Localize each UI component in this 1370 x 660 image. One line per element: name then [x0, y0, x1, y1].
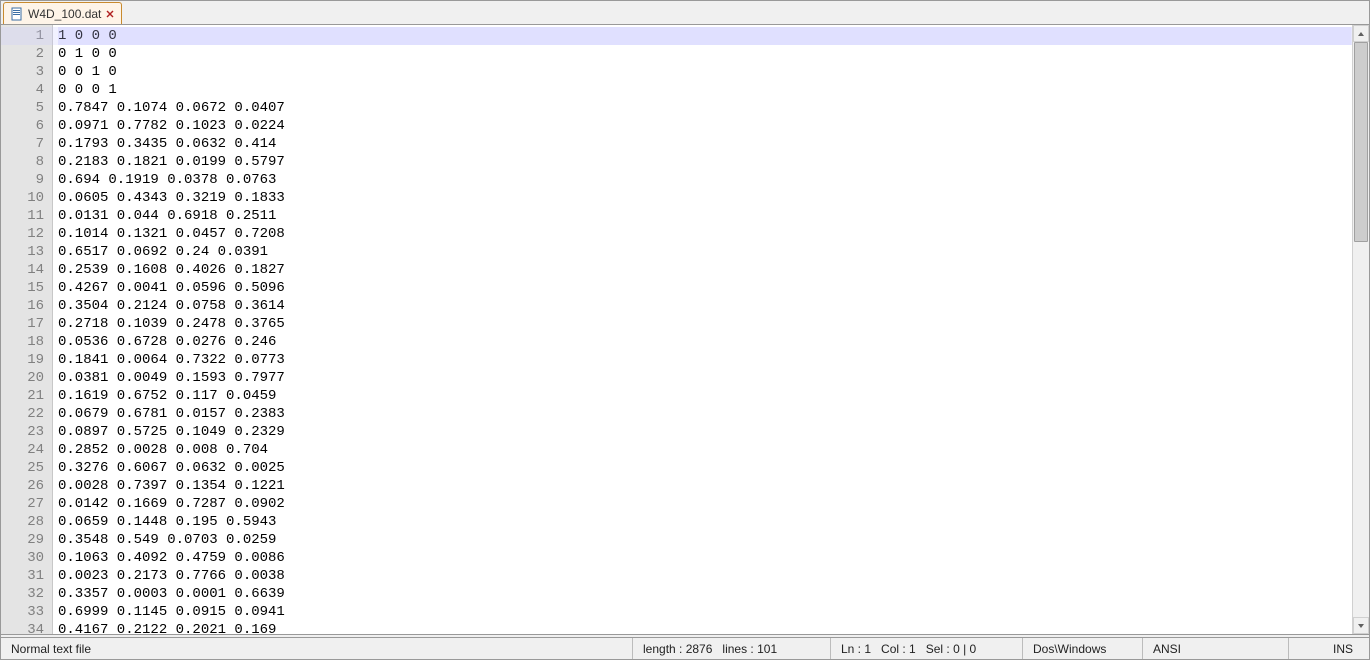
status-length: length : 2876: [643, 642, 712, 656]
file-icon: [10, 7, 24, 21]
status-length-lines: length : 2876 lines : 101: [633, 638, 831, 659]
line-number: 32: [1, 585, 44, 603]
code-line[interactable]: 0.3548 0.549 0.0703 0.0259: [58, 531, 1352, 549]
code-line[interactable]: 0.0605 0.4343 0.3219 0.1833: [58, 189, 1352, 207]
code-line[interactable]: 0.2852 0.0028 0.008 0.704: [58, 441, 1352, 459]
line-number: 33: [1, 603, 44, 621]
code-line[interactable]: 0.0142 0.1669 0.7287 0.0902: [58, 495, 1352, 513]
line-number: 17: [1, 315, 44, 333]
line-number: 4: [1, 81, 44, 99]
scroll-up-arrow[interactable]: [1353, 25, 1369, 42]
status-insert-mode: INS: [1317, 638, 1369, 659]
code-line[interactable]: 0 0 0 1: [58, 81, 1352, 99]
status-cursor-position: Ln : 1 Col : 1 Sel : 0 | 0: [831, 638, 1023, 659]
line-number: 27: [1, 495, 44, 513]
line-number: 19: [1, 351, 44, 369]
line-number: 28: [1, 513, 44, 531]
code-line[interactable]: 0.0897 0.5725 0.1049 0.2329: [58, 423, 1352, 441]
code-line[interactable]: 0.4167 0.2122 0.2021 0.169: [58, 621, 1352, 634]
code-line[interactable]: 0.0381 0.0049 0.1593 0.7977: [58, 369, 1352, 387]
code-line[interactable]: 0.1841 0.0064 0.7322 0.0773: [58, 351, 1352, 369]
code-line[interactable]: 0.0028 0.7397 0.1354 0.1221: [58, 477, 1352, 495]
line-number: 7: [1, 135, 44, 153]
line-number: 1: [1, 27, 44, 45]
code-line[interactable]: 0.1063 0.4092 0.4759 0.0086: [58, 549, 1352, 567]
line-number: 16: [1, 297, 44, 315]
code-line[interactable]: 0 0 1 0: [58, 63, 1352, 81]
editor-area[interactable]: 1234567891011121314151617181920212223242…: [1, 25, 1369, 634]
status-ln: Ln : 1: [841, 642, 871, 656]
code-line[interactable]: 0.0131 0.044 0.6918 0.2511: [58, 207, 1352, 225]
line-number: 5: [1, 99, 44, 117]
code-line[interactable]: 0.1014 0.1321 0.0457 0.7208: [58, 225, 1352, 243]
line-number: 6: [1, 117, 44, 135]
code-line[interactable]: 0.0659 0.1448 0.195 0.5943: [58, 513, 1352, 531]
tab-filename: W4D_100.dat: [28, 7, 101, 21]
code-line[interactable]: 0.1619 0.6752 0.117 0.0459: [58, 387, 1352, 405]
code-line[interactable]: 0.0971 0.7782 0.1023 0.0224: [58, 117, 1352, 135]
line-number: 14: [1, 261, 44, 279]
code-line[interactable]: 0 1 0 0: [58, 45, 1352, 63]
code-line[interactable]: 0.0536 0.6728 0.0276 0.246: [58, 333, 1352, 351]
code-line[interactable]: 0.3504 0.2124 0.0758 0.3614: [58, 297, 1352, 315]
line-number: 2: [1, 45, 44, 63]
scrollbar-thumb[interactable]: [1354, 42, 1368, 242]
line-number: 18: [1, 333, 44, 351]
line-number: 25: [1, 459, 44, 477]
code-line[interactable]: 0.4267 0.0041 0.0596 0.5096: [58, 279, 1352, 297]
code-line[interactable]: 0.2183 0.1821 0.0199 0.5797: [58, 153, 1352, 171]
line-number: 30: [1, 549, 44, 567]
app-window: W4D_100.dat 1234567891011121314151617181…: [0, 0, 1370, 660]
status-filetype: Normal text file: [1, 638, 633, 659]
code-content[interactable]: 1 0 0 00 1 0 00 0 1 00 0 0 10.7847 0.107…: [53, 25, 1352, 634]
code-line[interactable]: 0.0023 0.2173 0.7766 0.0038: [58, 567, 1352, 585]
line-number: 11: [1, 207, 44, 225]
line-number: 23: [1, 423, 44, 441]
code-line[interactable]: 0.6999 0.1145 0.0915 0.0941: [58, 603, 1352, 621]
code-line[interactable]: 0.2539 0.1608 0.4026 0.1827: [58, 261, 1352, 279]
line-number: 13: [1, 243, 44, 261]
line-number: 3: [1, 63, 44, 81]
line-number: 29: [1, 531, 44, 549]
status-bar: Normal text file length : 2876 lines : 1…: [1, 637, 1369, 659]
code-line[interactable]: 0.0679 0.6781 0.0157 0.2383: [58, 405, 1352, 423]
status-spacer: [1289, 638, 1317, 659]
line-number-gutter: 1234567891011121314151617181920212223242…: [1, 25, 53, 634]
file-tab[interactable]: W4D_100.dat: [3, 2, 122, 24]
line-number: 8: [1, 153, 44, 171]
code-line[interactable]: 0.694 0.1919 0.0378 0.0763: [58, 171, 1352, 189]
code-line[interactable]: 0.6517 0.0692 0.24 0.0391: [58, 243, 1352, 261]
code-line[interactable]: 0.3276 0.6067 0.0632 0.0025: [58, 459, 1352, 477]
status-col: Col : 1: [881, 642, 916, 656]
code-line[interactable]: 1 0 0 0: [58, 27, 1352, 45]
vertical-scrollbar[interactable]: [1352, 25, 1369, 634]
code-line[interactable]: 0.2718 0.1039 0.2478 0.3765: [58, 315, 1352, 333]
scrollbar-track[interactable]: [1353, 42, 1369, 617]
status-lines: lines : 101: [722, 642, 777, 656]
line-number: 9: [1, 171, 44, 189]
tab-bar: W4D_100.dat: [1, 1, 1369, 25]
line-number: 20: [1, 369, 44, 387]
status-eol: Dos\Windows: [1023, 638, 1143, 659]
code-line[interactable]: 0.3357 0.0003 0.0001 0.6639: [58, 585, 1352, 603]
line-number: 12: [1, 225, 44, 243]
status-sel: Sel : 0 | 0: [926, 642, 976, 656]
status-encoding: ANSI: [1143, 638, 1289, 659]
line-number: 34: [1, 621, 44, 634]
line-number: 26: [1, 477, 44, 495]
code-line[interactable]: 0.1793 0.3435 0.0632 0.414: [58, 135, 1352, 153]
line-number: 22: [1, 405, 44, 423]
line-number: 10: [1, 189, 44, 207]
scroll-down-arrow[interactable]: [1353, 617, 1369, 634]
close-icon[interactable]: [105, 9, 115, 19]
line-number: 31: [1, 567, 44, 585]
line-number: 24: [1, 441, 44, 459]
code-line[interactable]: 0.7847 0.1074 0.0672 0.0407: [58, 99, 1352, 117]
line-number: 15: [1, 279, 44, 297]
line-number: 21: [1, 387, 44, 405]
